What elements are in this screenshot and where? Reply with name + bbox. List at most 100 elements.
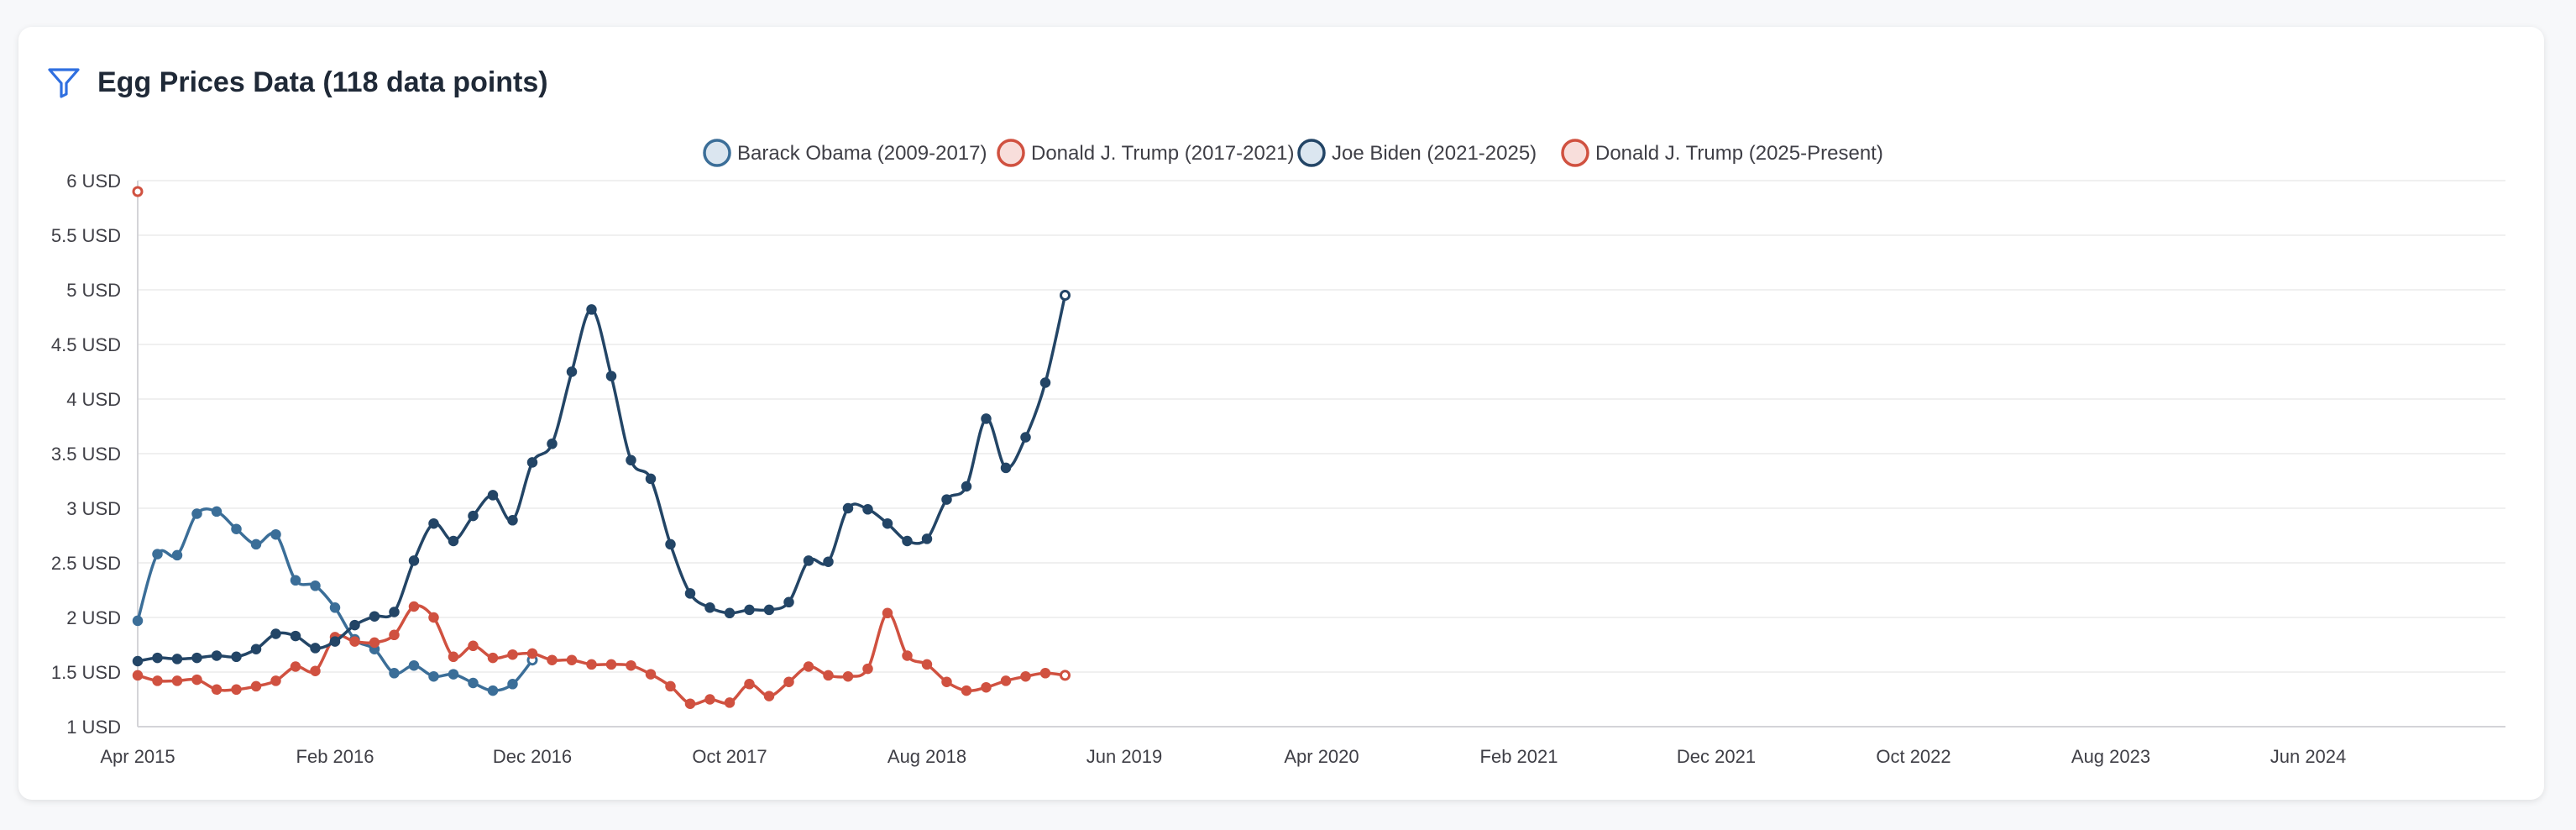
- data-point: [665, 680, 676, 692]
- data-point: [981, 681, 992, 693]
- data-point: [921, 659, 933, 670]
- data-point: [724, 697, 736, 708]
- data-point: [586, 659, 597, 670]
- data-point: [626, 659, 636, 671]
- data-point: [704, 602, 715, 613]
- data-point: [1020, 432, 1031, 443]
- data-point: [428, 670, 439, 682]
- data-point: [1060, 670, 1071, 681]
- data-point: [329, 636, 341, 647]
- data-point: [763, 604, 775, 616]
- data-point: [626, 454, 636, 466]
- data-point: [389, 629, 400, 641]
- data-point: [547, 654, 558, 665]
- legend: Barack Obama (2009-2017) Donald J. Trump …: [703, 139, 1883, 167]
- data-point: [803, 661, 814, 672]
- data-point: [171, 654, 183, 665]
- data-point: [487, 490, 499, 501]
- data-point: [783, 596, 794, 608]
- data-point: [684, 698, 696, 709]
- data-point: [349, 619, 360, 631]
- data-point: [507, 515, 518, 526]
- data-point: [270, 628, 281, 639]
- data-point: [270, 528, 281, 540]
- data-point: [684, 588, 696, 599]
- x-tick-label: Oct 2022: [1876, 746, 1950, 767]
- legend-marker: [997, 139, 1025, 167]
- data-point: [862, 504, 873, 515]
- data-point: [152, 675, 163, 686]
- data-point: [1000, 462, 1012, 474]
- data-point: [803, 555, 814, 566]
- data-point: [645, 669, 657, 680]
- data-point: [152, 652, 163, 664]
- data-point: [566, 654, 578, 665]
- series-lines: [132, 186, 1071, 709]
- data-point: [1020, 670, 1031, 682]
- data-point: [468, 510, 479, 522]
- data-point: [369, 637, 380, 649]
- x-tick-label: Apr 2020: [1284, 746, 1359, 767]
- data-point: [211, 684, 223, 696]
- legend-label: Joe Biden (2021-2025): [1332, 142, 1537, 165]
- data-point: [823, 670, 834, 681]
- data-point: [763, 691, 775, 701]
- y-tick-label: 2.5 USD: [51, 553, 121, 574]
- data-point: [981, 413, 992, 424]
- data-point: [191, 674, 202, 686]
- x-tick-label: Oct 2017: [692, 746, 767, 767]
- data-point: [882, 607, 893, 619]
- y-tick-label: 4.5 USD: [51, 334, 121, 355]
- data-point: [507, 679, 518, 690]
- data-point: [290, 575, 301, 586]
- x-tick-label: Feb 2021: [1480, 746, 1558, 767]
- data-point: [428, 612, 439, 623]
- data-point: [645, 473, 657, 485]
- data-point: [329, 602, 341, 613]
- data-point: [408, 555, 420, 566]
- data-point: [290, 661, 301, 672]
- legend-marker: [703, 139, 731, 167]
- y-tick-label: 5 USD: [66, 280, 121, 301]
- data-point: [842, 502, 854, 514]
- y-tick-label: 1 USD: [66, 717, 121, 738]
- data-point: [1000, 675, 1012, 686]
- x-tick-label: Jun 2019: [1086, 746, 1163, 767]
- data-point: [1039, 668, 1051, 679]
- series-line: [137, 604, 1065, 706]
- y-tick-label: 1.5 USD: [51, 662, 121, 683]
- data-point: [448, 651, 459, 663]
- data-point: [152, 549, 163, 559]
- data-point: [921, 533, 933, 544]
- data-point: [211, 650, 223, 661]
- data-point: [389, 668, 400, 679]
- axes: 1 USD 1.5 USD 2 USD 2.5 USD 3 USD 3.5 USD 4 US…: [51, 171, 2505, 767]
- data-point: [941, 676, 952, 687]
- data-point: [586, 304, 597, 315]
- legend-label: Donald J. Trump (2025-Present): [1595, 142, 1883, 165]
- data-point: [132, 615, 144, 627]
- data-point: [468, 640, 479, 652]
- legend-marker: [1297, 139, 1326, 167]
- data-point: [310, 580, 321, 591]
- x-tick-label: Apr 2015: [100, 746, 175, 767]
- data-point: [231, 651, 242, 663]
- grid-lines: [138, 180, 2505, 728]
- data-point: [448, 669, 459, 680]
- data-point: [961, 685, 972, 696]
- x-tick-label: Aug 2018: [887, 746, 966, 767]
- data-point: [171, 549, 183, 561]
- data-point: [1060, 290, 1071, 301]
- data-point: [369, 611, 380, 622]
- data-point: [132, 186, 144, 197]
- data-point: [408, 659, 420, 671]
- data-point: [250, 538, 262, 550]
- data-point: [605, 659, 617, 670]
- data-point: [961, 481, 972, 492]
- data-point: [290, 630, 301, 642]
- legend-label: Barack Obama (2009-2017): [737, 142, 987, 165]
- data-point: [744, 604, 755, 616]
- data-point: [448, 535, 459, 547]
- y-tick-label: 2 USD: [66, 607, 121, 628]
- data-point: [823, 556, 834, 567]
